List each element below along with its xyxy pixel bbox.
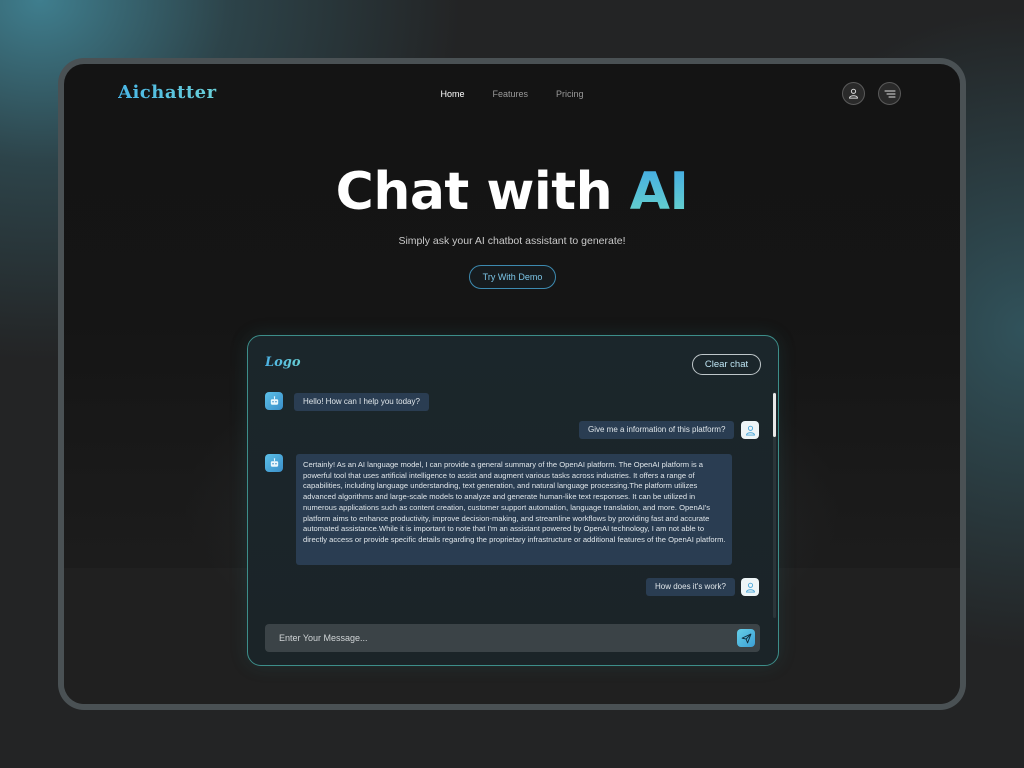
robot-icon	[270, 395, 278, 405]
menu-icon	[883, 89, 896, 98]
main-nav: Home Features Pricing	[64, 89, 960, 99]
user-icon	[745, 425, 755, 436]
chat-message-user: Give me a information of this platform?	[579, 421, 735, 439]
hero-title: Chat with AI	[64, 162, 960, 222]
hero-title-accent: AI	[629, 162, 689, 222]
device-frame: Aichatter Home Features Pricing Chat wit…	[58, 58, 966, 710]
app-screen: Aichatter Home Features Pricing Chat wit…	[64, 64, 960, 704]
user-icon	[848, 88, 859, 99]
message-input[interactable]	[265, 624, 725, 652]
nav-home[interactable]: Home	[440, 89, 464, 99]
hero-title-plain: Chat with	[335, 162, 630, 222]
message-composer	[265, 624, 760, 652]
menu-button[interactable]	[878, 82, 901, 105]
user-avatar	[741, 421, 759, 439]
clear-chat-button[interactable]: Clear chat	[692, 354, 761, 375]
try-demo-button[interactable]: Try With Demo	[469, 265, 556, 289]
chat-logo: Logo	[265, 355, 301, 370]
chat-panel: Logo Clear chat Hello! How can I help yo…	[247, 335, 779, 666]
user-avatar	[741, 578, 759, 596]
user-button[interactable]	[842, 82, 865, 105]
hero-subtitle: Simply ask your AI chatbot assistant to …	[398, 235, 626, 247]
nav-features[interactable]: Features	[492, 89, 528, 99]
chat-scrollbar-thumb[interactable]	[773, 393, 776, 437]
chat-message-bot: Hello! How can I help you today?	[294, 393, 429, 411]
bot-avatar	[265, 392, 283, 410]
bot-avatar	[265, 454, 283, 472]
nav-pricing[interactable]: Pricing	[556, 89, 584, 99]
send-icon	[741, 633, 751, 643]
chat-message-bot: Certainly! As an AI language model, I ca…	[296, 454, 732, 565]
user-icon	[745, 582, 755, 593]
send-button[interactable]	[737, 629, 755, 647]
robot-icon	[270, 457, 278, 467]
chat-message-user: How does it's work?	[646, 578, 735, 596]
